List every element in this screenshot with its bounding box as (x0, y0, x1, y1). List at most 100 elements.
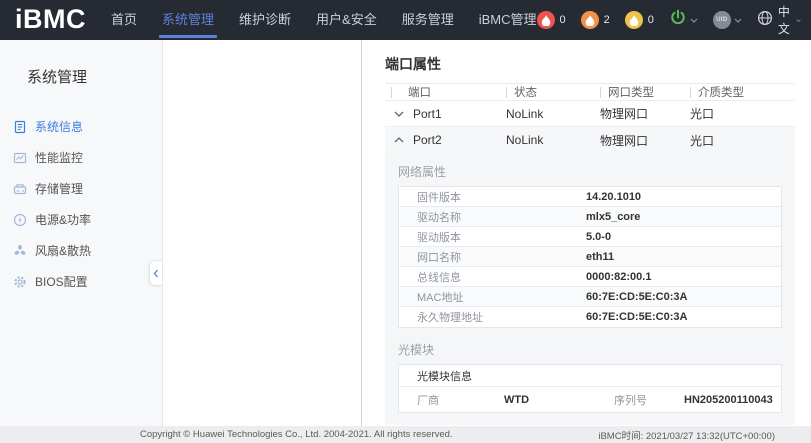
document-icon (13, 120, 27, 134)
serial-label: 序列号 (596, 392, 684, 408)
copyright-text: Copyright © Huawei Technologies Co., Ltd… (140, 429, 453, 440)
sidebar: 系统管理 系统信息 性能监控 (0, 40, 163, 426)
ibmc-time: iBMC时间: 2021/03/27 13:32(UTC+00:00) (598, 428, 775, 442)
row-label: 固件版本 (399, 189, 586, 205)
footer: Copyright © Huawei Technologies Co., Ltd… (0, 426, 811, 443)
collapse-chevron-up-icon[interactable] (385, 137, 413, 143)
nav-item-home[interactable]: 首页 (111, 0, 137, 40)
row-label: 网口名称 (399, 249, 586, 265)
sidebar-item-storage[interactable]: 存储管理 (0, 173, 162, 204)
topbar: iBMC 首页 系统管理 维护诊断 用户&安全 服务管理 iBMC管理 0 2 (0, 0, 811, 40)
type-cell: 物理网口 (600, 105, 690, 122)
page-title: 端口属性 (385, 54, 795, 74)
critical-alarms[interactable]: 0 (537, 11, 566, 29)
ibmc-logo: iBMC (15, 4, 86, 35)
table-row-port2[interactable]: Port2 NoLink 物理网口 光口 (385, 127, 795, 153)
table-row: 驱动版本 5.0-0 (399, 227, 781, 247)
status-cell: NoLink (506, 133, 600, 147)
chart-icon (13, 151, 27, 165)
minor-alarm-icon (625, 11, 643, 29)
media-cell: 光口 (690, 105, 795, 122)
network-props-table: 固件版本 14.20.1010 驱动名称 mlx5_core 驱动版本 5.0-… (398, 186, 782, 328)
network-props-title: 网络属性 (398, 163, 782, 180)
table-row-port1[interactable]: Port1 NoLink 物理网口 光口 (385, 101, 795, 127)
port2-detail-panel: 网络属性 固件版本 14.20.1010 驱动名称 mlx5_core (385, 153, 795, 425)
port-properties-panel: 端口属性 端口 状态 网口类型 介质类型 Port1 NoLink (362, 40, 811, 426)
nav-item-system[interactable]: 系统管理 (162, 0, 214, 40)
row-value: 60:7E:CD:5E:C0:3A (586, 291, 781, 303)
minor-alarm-count: 0 (648, 14, 654, 26)
nav-item-user-security[interactable]: 用户&安全 (316, 0, 377, 40)
sidebar-item-label: 电源&功率 (35, 211, 91, 228)
chevron-down-icon (734, 18, 742, 23)
critical-alarm-count: 0 (560, 14, 566, 26)
table-row: 网口名称 eth11 (399, 247, 781, 267)
sidebar-item-fans[interactable]: 风扇&散热 (0, 235, 162, 266)
critical-alarm-icon (537, 11, 555, 29)
sidebar-item-bios[interactable]: BIOS配置 (0, 266, 162, 297)
nav-item-maintenance[interactable]: 维护诊断 (239, 0, 291, 40)
sidebar-item-label: 存储管理 (35, 180, 83, 197)
row-value: eth11 (586, 251, 781, 263)
uid-dropdown[interactable]: UID (713, 11, 742, 29)
minor-alarms[interactable]: 0 (625, 11, 654, 29)
row-value: 60:7E:CD:5E:C0:3A (586, 311, 781, 323)
storage-icon (13, 182, 27, 196)
sidebar-item-label: 风扇&散热 (35, 242, 91, 259)
optical-info-header: 光模块信息 (399, 365, 781, 387)
table-row: 固件版本 14.20.1010 (399, 187, 781, 207)
ibmc-app: iBMC 首页 系统管理 维护诊断 用户&安全 服务管理 iBMC管理 0 2 (0, 0, 811, 443)
gear-icon (13, 275, 27, 289)
row-value: mlx5_core (586, 211, 781, 223)
major-alarms[interactable]: 2 (581, 11, 610, 29)
table-row: 总线信息 0000:82:00.1 (399, 267, 781, 287)
table-row: 永久物理地址 60:7E:CD:5E:C0:3A (399, 307, 781, 327)
column-header-port: 端口 (385, 84, 506, 100)
optical-module-title: 光模块 (398, 341, 782, 358)
row-label: 总线信息 (399, 269, 586, 285)
sidebar-item-label: BIOS配置 (35, 273, 88, 290)
status-cell: NoLink (506, 107, 600, 121)
column-header-type: 网口类型 (600, 84, 690, 100)
row-value: 0000:82:00.1 (586, 271, 781, 283)
port-cell: Port2 (413, 133, 506, 147)
vendor-value: WTD (504, 394, 596, 406)
row-value: 14.20.1010 (586, 191, 781, 203)
row-label: 驱动版本 (399, 229, 586, 245)
topbar-status-area: 0 2 0 UID (537, 3, 811, 37)
sidebar-item-label: 性能监控 (35, 149, 83, 166)
table-row: MAC地址 60:7E:CD:5E:C0:3A (399, 287, 781, 307)
sidebar-item-system-info[interactable]: 系统信息 (0, 111, 162, 142)
sidebar-item-performance[interactable]: 性能监控 (0, 142, 162, 173)
sidebar-item-power[interactable]: 电源&功率 (0, 204, 162, 235)
main-nav: 首页 系统管理 维护诊断 用户&安全 服务管理 iBMC管理 (111, 0, 537, 40)
language-dropdown[interactable]: 中文 (757, 3, 801, 37)
row-value: 5.0-0 (586, 231, 781, 243)
content-area: 端口属性 端口 状态 网口类型 介质类型 Port1 NoLink (163, 40, 811, 426)
sidebar-title: 系统管理 (0, 40, 162, 87)
sidebar-menu: 系统信息 性能监控 存储管理 (0, 111, 162, 297)
type-cell: 物理网口 (600, 132, 690, 149)
expand-chevron-down-icon[interactable] (385, 111, 413, 117)
chevron-left-icon (153, 269, 159, 278)
port-cell: Port1 (413, 107, 506, 121)
table-row: 驱动名称 mlx5_core (399, 207, 781, 227)
major-alarm-count: 2 (604, 14, 610, 26)
major-alarm-icon (581, 11, 599, 29)
nav-item-services[interactable]: 服务管理 (402, 0, 454, 40)
uid-icon: UID (713, 11, 731, 29)
port-table: 端口 状态 网口类型 介质类型 Port1 NoLink 物理网口 光口 (385, 83, 795, 425)
language-label: 中文 (778, 3, 793, 37)
media-cell: 光口 (690, 132, 795, 149)
power-icon (13, 213, 27, 227)
power-icon (669, 9, 687, 32)
chevron-down-icon (796, 18, 801, 23)
power-control-dropdown[interactable] (669, 9, 698, 32)
nav-item-ibmc-mgmt[interactable]: iBMC管理 (479, 0, 537, 40)
fan-icon (13, 244, 27, 258)
globe-icon (757, 10, 773, 31)
page-body: 系统管理 系统信息 性能监控 (0, 40, 811, 426)
sidebar-collapse-button[interactable] (149, 260, 162, 286)
sidebar-item-label: 系统信息 (35, 118, 83, 135)
optical-module-table: 光模块信息 厂商 WTD 序列号 HN205200110043 (398, 364, 782, 413)
